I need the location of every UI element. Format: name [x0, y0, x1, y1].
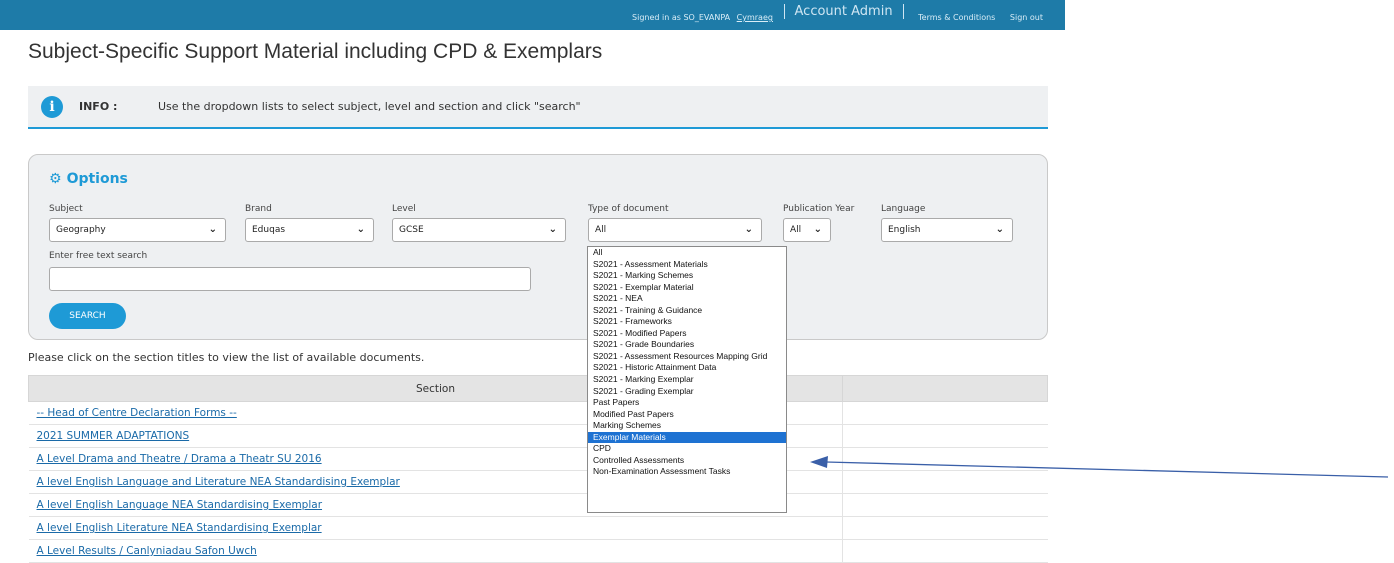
- annotation-arrow: [810, 456, 1389, 478]
